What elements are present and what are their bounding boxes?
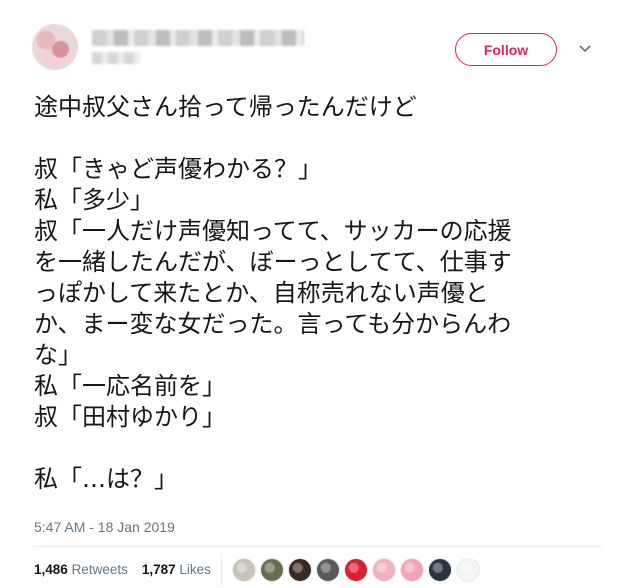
tweet-line: 叔「一人だけ声優知ってて、サッカーの応援 [34, 217, 512, 245]
avatar-4-icon[interactable] [316, 558, 340, 582]
avatar-6-icon[interactable] [372, 558, 396, 582]
tweet-line: 叔「田村ゆかり」 [34, 403, 226, 431]
avatar-7-icon[interactable] [400, 558, 424, 582]
tweet-line: 私「一応名前を」 [34, 372, 226, 400]
likes-label: Likes [179, 562, 211, 577]
tweet-line: を一緒したんだが、ぼーっとしてて、仕事す [34, 248, 512, 276]
tweet-header: Follow [0, 0, 619, 80]
retweets-count: 1,486 [34, 562, 68, 577]
tweet-line: 途中叔父さん拾って帰ったんだけど [34, 93, 417, 121]
avatar-3-icon[interactable] [288, 558, 312, 582]
likes-count: 1,787 [141, 562, 176, 577]
tweet-line: っぽかして来たとか、自称売れない声優と [34, 279, 489, 307]
chevron-down-icon[interactable] [574, 38, 596, 60]
author-avatar[interactable] [32, 24, 78, 70]
author-handle-blurred[interactable] [92, 52, 140, 64]
stats-divider [221, 555, 222, 585]
retweets-label: Retweets [71, 562, 128, 577]
retweets-stat[interactable]: 1,486 Retweets [34, 562, 128, 577]
tweet-line: か、まー変な女だった。言っても分からんわ [34, 310, 512, 338]
tweet-line: 私「多少」 [34, 186, 154, 214]
author-name-blurred[interactable] [92, 30, 304, 46]
tweet-text: 途中叔父さん拾って帰ったんだけど 叔「きゃど声優わかる？」 私「多少」 叔「一人… [34, 92, 604, 495]
tweet-stats: 1,486 Retweets 1,787 Likes [34, 562, 221, 577]
likes-stat[interactable]: 1,787 Likes [142, 562, 211, 577]
avatar-1-icon[interactable] [232, 558, 256, 582]
tweet-line: 私「…は？」 [34, 465, 178, 493]
divider [34, 546, 602, 547]
tweet-timestamp[interactable]: 5:47 AM - 18 Jan 2019 [34, 519, 175, 535]
tweet-line: 叔「きゃど声優わかる？」 [34, 155, 322, 183]
avatar-8-icon[interactable] [428, 558, 452, 582]
avatar-2-icon[interactable] [260, 558, 284, 582]
tweet-line: な」 [34, 341, 82, 369]
liker-avatars [232, 558, 480, 582]
avatar-5-icon[interactable] [344, 558, 368, 582]
avatar-9-icon[interactable] [456, 558, 480, 582]
follow-button[interactable]: Follow [455, 33, 557, 66]
